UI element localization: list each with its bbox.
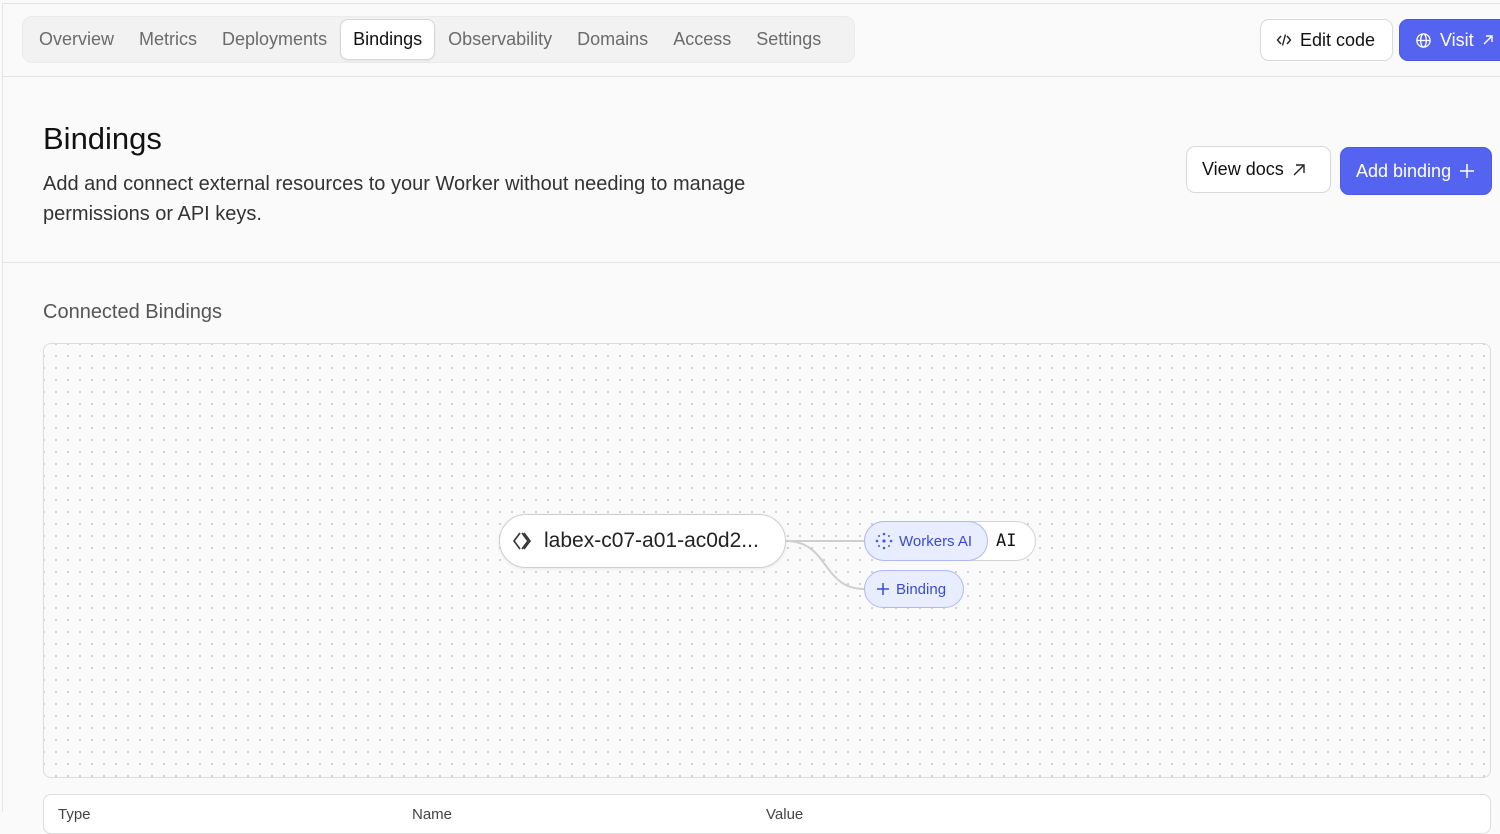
tab-domains[interactable]: Domains	[565, 19, 660, 60]
visit-label: Visit	[1440, 29, 1474, 50]
tab-list: Overview Metrics Deployments Bindings Ob…	[22, 16, 855, 63]
worker-node[interactable]: labex-c07-a01-ac0d2...	[499, 514, 786, 568]
page-title: Bindings	[43, 121, 162, 156]
worker-icon	[512, 530, 534, 552]
view-docs-label: View docs	[1202, 159, 1284, 179]
sparkle-icon	[874, 531, 894, 551]
tab-bindings[interactable]: Bindings	[340, 19, 436, 60]
plus-icon	[1459, 163, 1475, 179]
external-link-icon	[1482, 34, 1494, 46]
tab-deployments[interactable]: Deployments	[210, 19, 339, 60]
table-header-value: Value	[766, 806, 804, 823]
workers-ai-chip[interactable]: Workers AI	[864, 521, 988, 561]
bindings-table: Type Name Value	[43, 794, 1491, 834]
tab-overview[interactable]: Overview	[27, 19, 126, 60]
visit-button[interactable]: Visit	[1399, 19, 1500, 61]
tab-metrics[interactable]: Metrics	[127, 19, 209, 60]
view-docs-button[interactable]: View docs	[1186, 146, 1331, 193]
worker-name: labex-c07-a01-ac0d2...	[544, 529, 759, 552]
plus-icon	[876, 582, 890, 596]
arrow-up-right-icon	[1292, 163, 1306, 177]
top-bar: Overview Metrics Deployments Bindings Ob…	[3, 4, 1500, 77]
globe-icon	[1415, 32, 1432, 49]
connected-bindings-title: Connected Bindings	[43, 301, 223, 323]
add-binding-chip[interactable]: Binding	[864, 570, 964, 608]
bindings-graph-canvas[interactable]: labex-c07-a01-ac0d2... Workers AI AI Bin…	[43, 343, 1491, 778]
page-description: Add and connect external resources to yo…	[43, 173, 746, 225]
edit-code-button[interactable]: Edit code	[1260, 19, 1393, 61]
add-chip-label: Binding	[896, 580, 947, 598]
tab-observability[interactable]: Observability	[436, 19, 564, 60]
tab-settings[interactable]: Settings	[744, 19, 833, 60]
binding-type-label: Workers AI	[899, 532, 973, 550]
add-binding-button[interactable]: Add binding	[1340, 147, 1492, 195]
table-header-name: Name	[412, 806, 453, 823]
code-icon	[1276, 32, 1292, 48]
binding-variable-name: AI	[996, 531, 1017, 551]
app-frame: Overview Metrics Deployments Bindings Ob…	[2, 3, 1500, 834]
table-header-type: Type	[58, 806, 91, 823]
tab-access[interactable]: Access	[661, 19, 743, 60]
edit-code-label: Edit code	[1300, 29, 1376, 50]
add-binding-label: Add binding	[1356, 160, 1452, 181]
bindings-header: Bindings Add and connect external resour…	[3, 77, 1500, 263]
